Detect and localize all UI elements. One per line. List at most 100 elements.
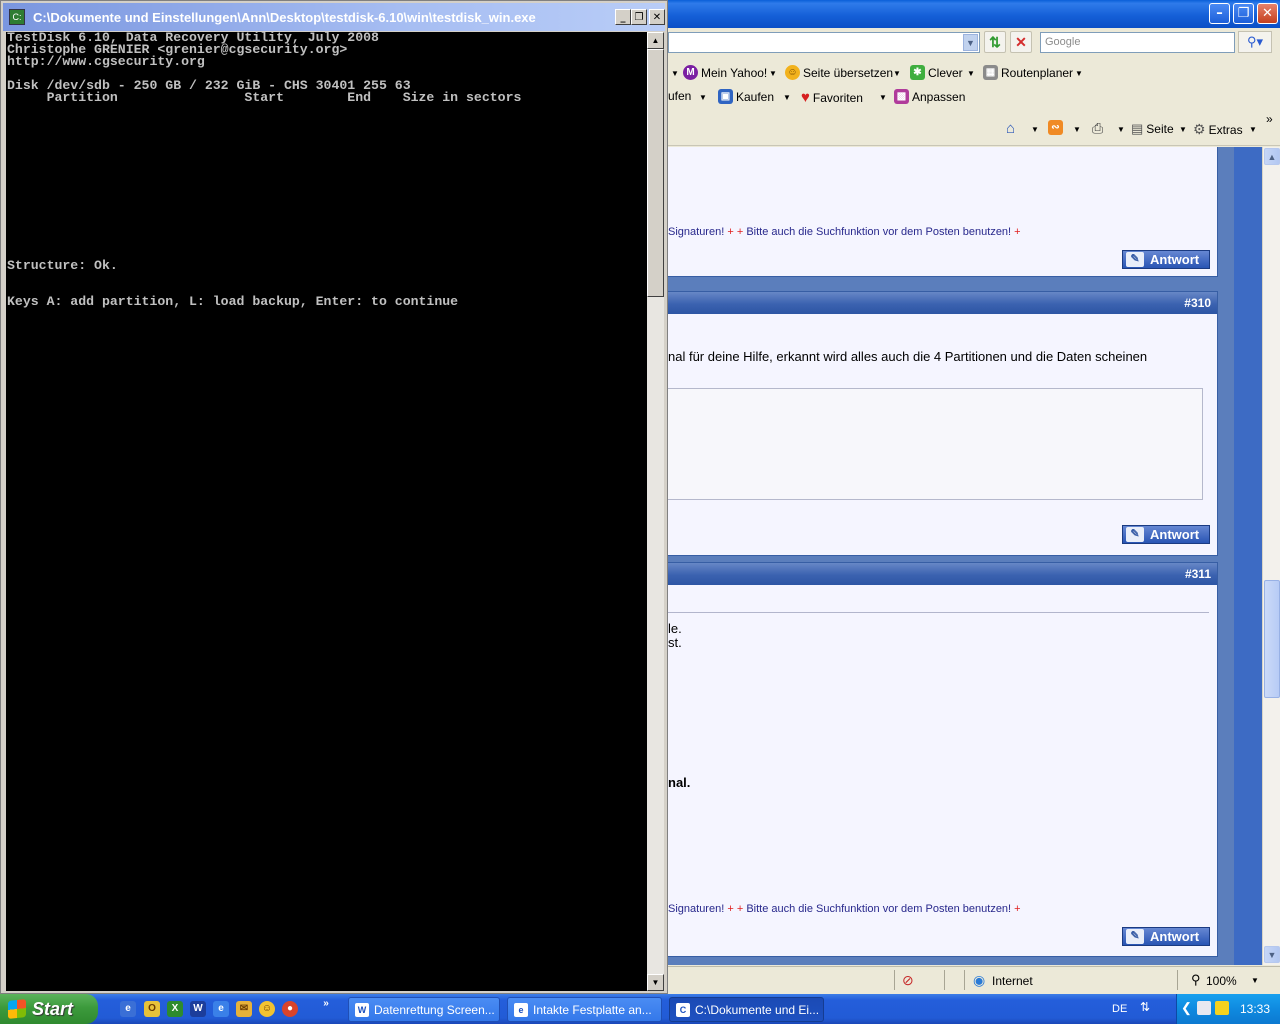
language-indicator[interactable]: DE [1112,1003,1127,1015]
dropdown-arrow-icon[interactable]: ▼ [967,69,975,78]
start-button[interactable]: Start [0,994,98,1024]
task-button-ie[interactable]: e Intakte Festplatte an... [507,997,662,1022]
post-number[interactable]: #311 [1185,567,1211,581]
clever-link[interactable]: ✱ Clever [910,65,963,80]
extras-button[interactable]: ⚙ Extras [1193,121,1243,138]
print-icon[interactable]: ⎙ [1092,120,1103,137]
scroll-down-icon[interactable]: ▼ [647,974,664,991]
console-icon: C [676,1002,690,1017]
restore-icon[interactable]: ❐ [1233,3,1254,24]
minimize-icon[interactable]: _ [615,9,631,25]
feeds-button[interactable]: ∾ [1048,120,1063,135]
separator [1177,970,1178,990]
globe-icon: ◉ [973,972,986,988]
dropdown-arrow-icon[interactable]: ▼ [1251,976,1259,985]
browser-quicklaunch-icon[interactable]: e [213,1001,229,1017]
zoom-level[interactable]: 100% [1206,974,1237,988]
security-zone: Internet [992,974,1033,988]
routenplaner-label: Routenplaner [1001,65,1074,80]
search-input[interactable]: Google [1040,32,1235,53]
refresh-icon[interactable]: ⇅ [984,31,1006,53]
search-icon[interactable]: ⚲▾ [1238,31,1272,53]
word-quicklaunch-icon[interactable]: W [190,1001,206,1017]
reply-button[interactable]: ✎ Antwort [1122,525,1210,544]
mein-yahoo-link[interactable]: M Mein Yahoo! [683,65,767,80]
dropdown-arrow-icon[interactable]: ▼ [1075,69,1083,78]
scroll-down-icon[interactable]: ▼ [1264,946,1280,963]
stop-icon[interactable]: ✕ [1010,31,1032,53]
scroll-thumb[interactable] [647,49,664,297]
console-titlebar[interactable]: C: C:\Dokumente und Einstellungen\Ann\De… [3,3,665,31]
close-icon[interactable]: ✕ [649,9,665,25]
seite-button[interactable]: ▤ Seite [1131,121,1174,137]
minimize-icon[interactable]: – [1209,3,1230,24]
seite-label: Seite [1146,122,1174,136]
network-icon[interactable] [1197,1001,1211,1015]
restore-icon[interactable]: ❐ [631,9,647,25]
reply-button[interactable]: ✎ Antwort [1122,250,1210,269]
tray-expand-icon[interactable]: ❮ [1181,1000,1192,1016]
customize-icon: ▩ [894,89,909,104]
favoriten-link[interactable]: ♥ Favoriten [801,89,863,106]
dropdown-arrow-icon[interactable]: ▼ [879,93,887,102]
pencil-icon: ✎ [1126,252,1144,267]
home-icon[interactable]: ⌂ [1006,120,1015,137]
ie-scrollbar[interactable]: ▲ ▼ [1262,147,1280,965]
translate-link[interactable]: ☺ Seite übersetzen [785,65,893,80]
task-label: C:\Dokumente und Ei... [695,1002,820,1017]
post-number[interactable]: #310 [1184,296,1211,310]
reply-label: Antwort [1150,252,1200,267]
ie-statusbar: ⊘ ◉ Internet ⚲ 100% ▼ [668,966,1280,994]
kaufen-cut-label: ufen [668,89,692,103]
separator [894,970,895,990]
dropdown-arrow-icon[interactable]: ▼ [1179,125,1187,134]
excel-quicklaunch-icon[interactable]: X [167,1001,183,1017]
signature-line: Signaturen! + + Bitte auch die Suchfunkt… [668,903,1021,915]
ie-quicklaunch-icon[interactable]: e [120,1001,136,1017]
chevron-right-icon[interactable]: » [1266,112,1273,126]
chevron-down-icon[interactable]: ▼ [963,34,978,51]
rss-icon: ∾ [1048,120,1063,135]
close-icon[interactable]: ✕ [1257,3,1278,24]
dropdown-arrow-icon[interactable]: ▼ [769,69,777,78]
folder-quicklaunch-icon[interactable]: ✉ [236,1001,252,1017]
quicklaunch-chevron-icon[interactable]: » [318,996,334,1012]
console-output[interactable]: TestDisk 6.10, Data Recovery Utility, Ju… [6,32,647,991]
routenplaner-link[interactable]: ▦ Routenplaner [983,65,1073,80]
post-309: Signaturen! + + Bitte auch die Suchfunkt… [668,147,1218,277]
anpassen-link[interactable]: ▩ Anpassen [894,89,965,104]
kaufen-cut-link[interactable]: ufen [668,89,691,103]
security-icon[interactable] [1215,1001,1229,1015]
post-header: #311 [668,563,1217,585]
taskbar: Start e O X W e ✉ ☺ ● » W Datenrettung S… [0,994,1280,1024]
clock[interactable]: 13:33 [1240,1002,1270,1016]
task-button-word[interactable]: W Datenrettung Screen... [348,997,500,1022]
console-line: Keys A: add partition, L: load backup, E… [7,294,459,309]
dropdown-arrow-icon[interactable]: ▼ [893,69,901,78]
cart-icon: ▣ [718,89,733,104]
post-310: #310 nal für deine Hilfe, erkannt wird a… [668,291,1218,556]
console-line: Partition Start End Size in sectors [7,90,522,105]
scroll-thumb[interactable] [1264,580,1280,698]
dropdown-arrow-icon[interactable]: ▼ [1117,125,1125,134]
address-field[interactable]: ▼ [668,32,980,53]
scroll-up-icon[interactable]: ▲ [1264,148,1280,165]
dropdown-arrow-icon[interactable]: ▼ [699,93,707,102]
dropdown-arrow-icon[interactable]: ▼ [1073,125,1081,134]
dropdown-arrow-icon[interactable]: ▼ [1249,125,1257,134]
dropdown-arrow-icon[interactable]: ▼ [671,69,679,78]
messenger-quicklaunch-icon[interactable]: ☺ [259,1001,275,1017]
dropdown-arrow-icon[interactable]: ▼ [1031,125,1039,134]
console-scrollbar[interactable]: ▲ ▼ [647,32,664,991]
ime-icon[interactable]: ⇅ [1140,1000,1150,1014]
translate-icon: ☺ [785,65,800,80]
reply-button[interactable]: ✎ Antwort [1122,927,1210,946]
kaufen-link[interactable]: ▣ Kaufen [718,89,774,104]
console-icon[interactable]: C: [9,9,25,25]
outlook-quicklaunch-icon[interactable]: O [144,1001,160,1017]
dropdown-arrow-icon[interactable]: ▼ [783,93,791,102]
popup-blocker-icon[interactable]: ⊘ [902,972,914,989]
task-button-console[interactable]: C C:\Dokumente und Ei... [669,997,824,1022]
media-quicklaunch-icon[interactable]: ● [282,1001,298,1017]
scroll-up-icon[interactable]: ▲ [647,32,664,49]
